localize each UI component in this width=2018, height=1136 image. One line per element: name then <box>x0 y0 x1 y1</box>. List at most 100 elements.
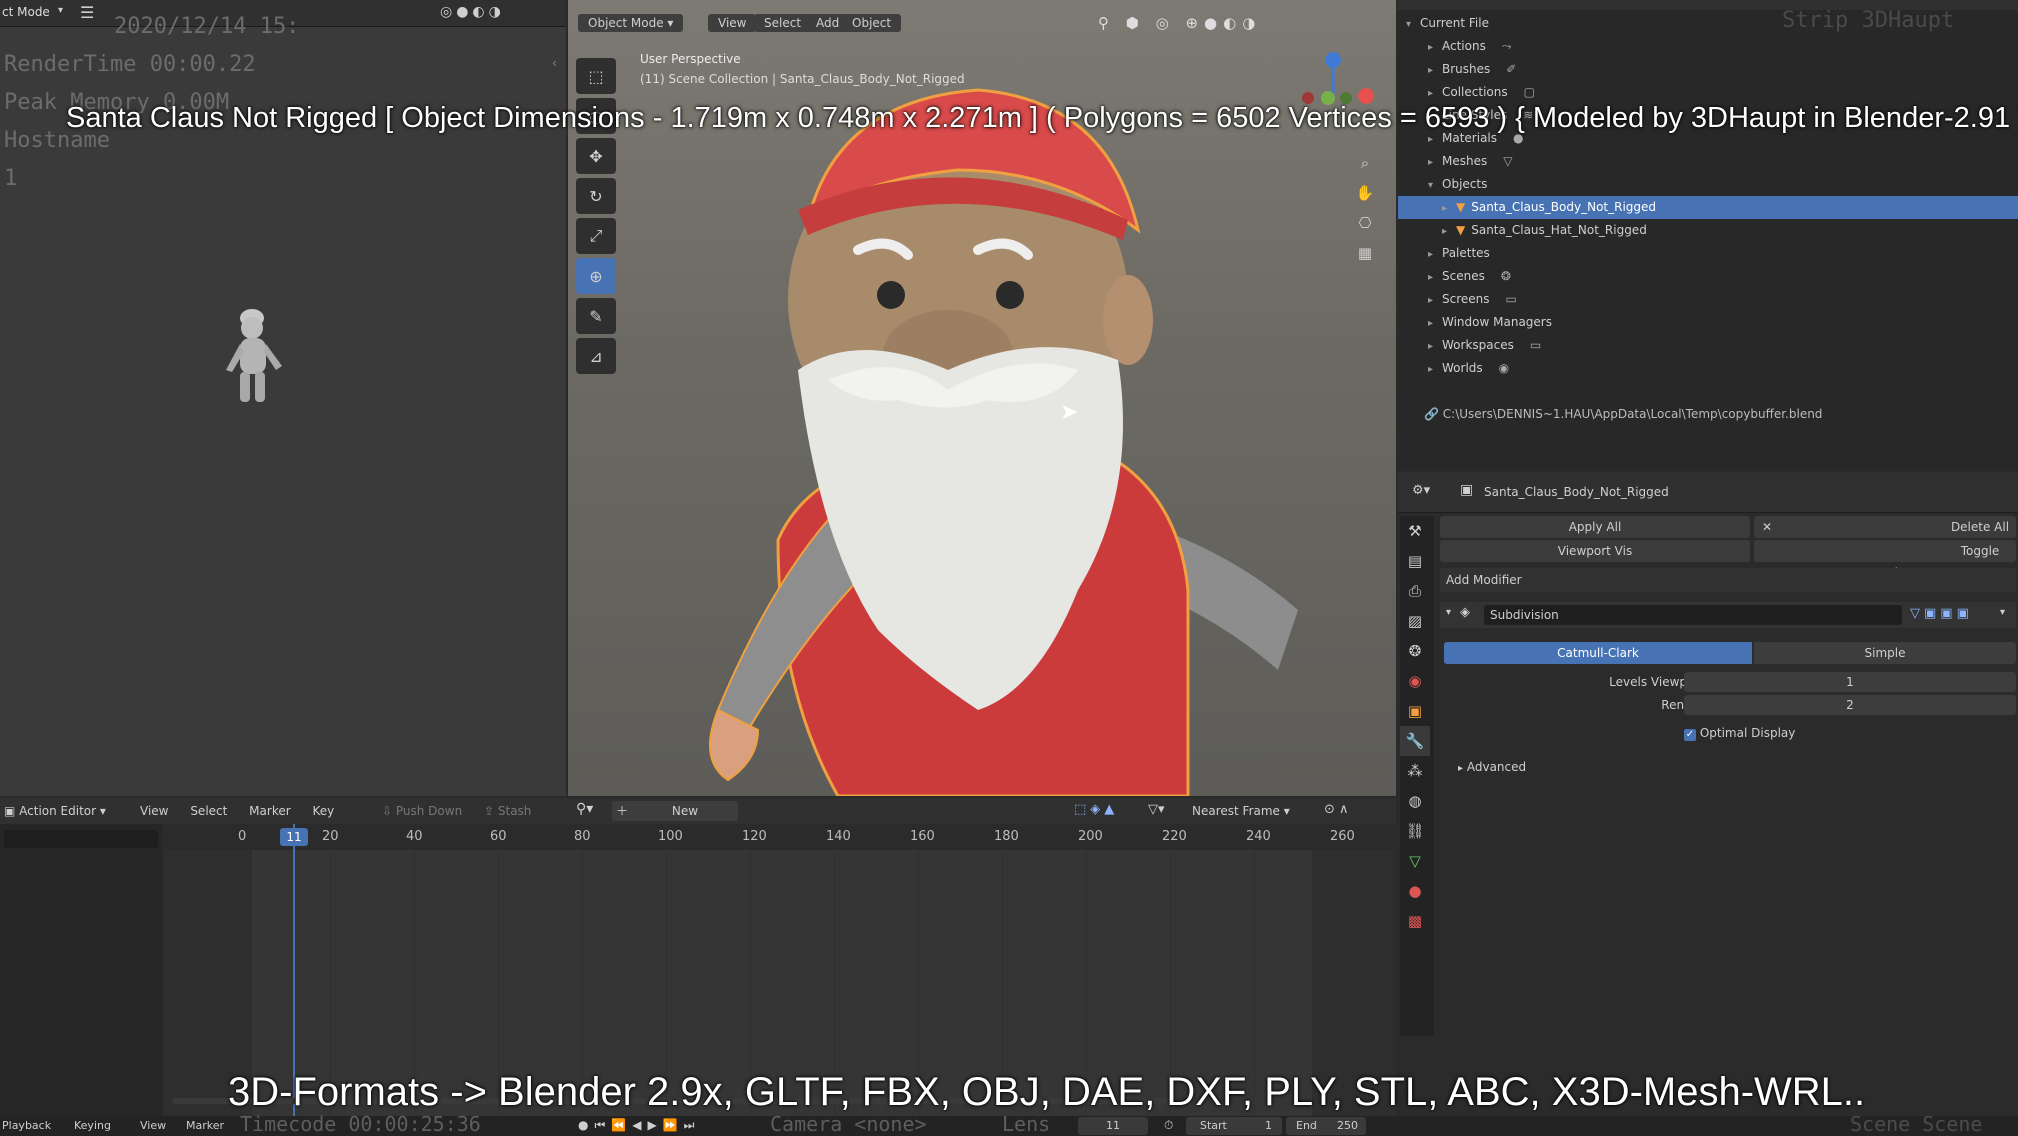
modifier-tab-icon[interactable]: 🔧 <box>1400 726 1430 756</box>
collapsed-arrow-icon[interactable]: ▸ <box>1428 243 1442 266</box>
outliner-item[interactable]: ▸ Window Managers <box>1398 311 2018 334</box>
apply-all-button[interactable]: Apply All <box>1440 516 1750 538</box>
outliner-item[interactable]: ▸ Actions ⤳ <box>1398 35 2018 58</box>
push-down-button[interactable]: ⇩ Push Down <box>382 804 462 818</box>
properties-editor-icon[interactable]: ⚙▾ <box>1412 483 1430 498</box>
collapsed-arrow-icon[interactable]: ▸ <box>1428 59 1442 82</box>
outliner-item[interactable]: ▸ Screens ▭ <box>1398 288 2018 311</box>
outliner-item[interactable]: ▸ ▼ Santa_Claus_Hat_Not_Rigged <box>1398 219 2018 242</box>
outliner-item[interactable]: ▸ Worlds ◉ <box>1398 357 2018 380</box>
output-tab-icon[interactable]: ⎙ <box>1400 576 1430 606</box>
object-mode-select[interactable]: Object Mode ▾ <box>578 14 684 32</box>
outliner-item[interactable]: ▸ ▼ Santa_Claus_Body_Not_Rigged <box>1398 196 2018 219</box>
rotate-tool[interactable]: ↻ <box>576 178 616 214</box>
collapsed-arrow-icon[interactable]: ▸ <box>1428 36 1442 59</box>
end-frame-field[interactable]: End 250 <box>1286 1117 1366 1135</box>
physics-tab-icon[interactable]: ◍ <box>1400 786 1430 816</box>
material-tab-icon[interactable]: ● <box>1400 876 1430 906</box>
data-tab-icon[interactable]: ▽ <box>1400 846 1430 876</box>
current-frame-indicator[interactable]: 11 <box>280 828 308 846</box>
ae-select-menu[interactable]: Select <box>190 804 227 818</box>
collapsed-arrow-icon[interactable]: ▸ <box>1442 220 1456 243</box>
object-tab-icon[interactable]: ▣ <box>1400 696 1430 726</box>
collapsed-arrow-icon[interactable]: ▸ <box>1428 312 1442 335</box>
render-tab-icon[interactable]: ▤ <box>1400 546 1430 576</box>
action-browse-icon[interactable]: ⚲▾ <box>576 801 593 817</box>
collapsed-arrow-icon[interactable]: ▸ <box>1428 266 1442 289</box>
zoom-icon[interactable]: ⌕ <box>1350 148 1380 178</box>
catmull-clark-tab[interactable]: Catmull-Clark <box>1444 642 1752 664</box>
ae-key-menu[interactable]: Key <box>312 804 334 818</box>
collapsed-arrow-icon[interactable]: ▸ <box>1428 335 1442 358</box>
move-tool[interactable]: ✥ <box>576 138 616 174</box>
select-box-tool[interactable]: ⬚ <box>576 58 616 94</box>
stash-button[interactable]: ⇪ Stash <box>484 804 531 818</box>
advanced-section[interactable]: ▸ Advanced <box>1458 760 1526 774</box>
filter-icon[interactable]: ▽▾ <box>1148 802 1165 817</box>
object-menu[interactable]: Object <box>842 14 902 32</box>
snap-select[interactable]: Nearest Frame ▾ <box>1192 804 1290 818</box>
outliner-item[interactable]: ▸ Meshes ▽ <box>1398 150 2018 173</box>
playback-controls[interactable]: ●⏮⏪◀▶⏩⏭ <box>578 1118 700 1133</box>
world-tab-icon[interactable]: ◉ <box>1400 666 1430 696</box>
viewport-shading-buttons[interactable]: ⚲ ⬢ ◎ ⊕●◐◑ <box>1098 14 1261 32</box>
delete-all-button[interactable]: ✕ Delete All <box>1754 516 2016 538</box>
collapse-arrow-icon[interactable]: ▾ <box>1446 607 1451 618</box>
expand-arrow-icon[interactable]: ▾ <box>1428 174 1442 197</box>
collapsed-arrow-icon[interactable]: ▸ <box>1442 197 1456 220</box>
annotate-tool[interactable]: ✎ <box>576 298 616 334</box>
shading-icons[interactable]: ◎●◐◑ <box>440 4 505 20</box>
start-frame-field[interactable]: Start 1 <box>1186 1117 1282 1135</box>
channel-search[interactable] <box>4 830 158 848</box>
render-levels-field[interactable]: 2 <box>1684 695 2016 715</box>
outliner-item[interactable]: ▾ Objects <box>1398 173 2018 196</box>
collapsed-arrow-icon[interactable]: ▸ <box>1428 358 1442 381</box>
outliner-item[interactable]: ▸ Scenes ❂ <box>1398 265 2018 288</box>
view-menu[interactable]: View <box>708 14 757 32</box>
modifier-name-field[interactable]: Subdivision <box>1484 605 1902 625</box>
simple-tab[interactable]: Simple <box>1754 642 2016 664</box>
measure-tool[interactable]: ⊿ <box>576 338 616 374</box>
proportional-icon[interactable]: ⊙ ∧ <box>1324 802 1349 817</box>
status-playback[interactable]: Playback <box>2 1119 51 1132</box>
constraints-tab-icon[interactable]: ⛓ <box>1400 816 1430 846</box>
editor-type-select[interactable]: ▣ Action Editor ▾ <box>4 804 106 818</box>
new-action-button[interactable]: ＋ New <box>612 801 738 821</box>
status-view[interactable]: View <box>140 1119 166 1132</box>
status-frame-field[interactable]: 11 <box>1078 1117 1148 1135</box>
frame-ruler[interactable]: 0 20 40 60 80 100 120 140 160 180 200 220 240 260 <box>164 824 1396 850</box>
select-menu[interactable]: Select <box>754 14 812 32</box>
hand-pan-icon[interactable]: ✋ <box>1350 178 1380 208</box>
outliner-item[interactable]: ▸ Palettes <box>1398 242 2018 265</box>
dropdown-arrow-icon[interactable]: ▾ <box>2000 607 2005 618</box>
outliner-filepath[interactable]: 🔗 C:\Users\DENNIS~1.HAU\AppData\Local\Te… <box>1424 403 1822 426</box>
levels-viewport-field[interactable]: 1 <box>1684 672 2016 692</box>
only-selected-toggle[interactable]: ⬚◈▲ <box>1074 802 1118 817</box>
collapsed-arrow-icon[interactable]: ▸ <box>1428 289 1442 312</box>
status-marker[interactable]: Marker <box>186 1119 224 1132</box>
add-modifier-button[interactable]: Add Modifier <box>1440 568 2016 592</box>
texture-tab-icon[interactable]: ▩ <box>1400 906 1430 936</box>
grid-ortho-icon[interactable]: ▦ <box>1350 238 1380 268</box>
outliner-root[interactable]: ▾ Current File <box>1406 12 1489 35</box>
left-viewport-collapse-icon[interactable]: ‹ <box>552 56 557 70</box>
toggle-stack-button[interactable]: Toggle Stack <box>1754 540 2016 580</box>
scene-tab-icon[interactable]: ❂ <box>1400 636 1430 666</box>
collapsed-arrow-icon[interactable]: ▸ <box>1428 151 1442 174</box>
subdivision-modifier-header[interactable]: ▾ ◈ Subdivision ▽▣▣▣ ▾ <box>1440 602 2016 628</box>
transform-tool[interactable]: ⊕ <box>576 258 616 294</box>
outliner-item[interactable]: ▸ Collections ▢ <box>1398 81 2018 104</box>
modifier-visibility-icons[interactable]: ▽▣▣▣ <box>1910 606 1973 621</box>
viewport-vis-button[interactable]: Viewport Vis <box>1440 540 1750 562</box>
view-layer-tab-icon[interactable]: ▨ <box>1400 606 1430 636</box>
camera-view-icon[interactable]: ⎔ <box>1350 208 1380 238</box>
status-keying[interactable]: Keying <box>74 1119 111 1132</box>
outliner-item[interactable]: ▸ Workspaces ▭ <box>1398 334 2018 357</box>
scale-tool[interactable]: ⤢ <box>576 218 616 254</box>
ae-marker-menu[interactable]: Marker <box>249 804 290 818</box>
tool-tab-icon[interactable]: ⚒ <box>1400 516 1430 546</box>
ae-view-menu[interactable]: View <box>140 804 168 818</box>
particles-tab-icon[interactable]: ⁂ <box>1400 756 1430 786</box>
optimal-display-checkbox[interactable]: ✓ Optimal Display <box>1684 726 1795 741</box>
outliner-item[interactable]: ▸ Brushes ✐ <box>1398 58 2018 81</box>
